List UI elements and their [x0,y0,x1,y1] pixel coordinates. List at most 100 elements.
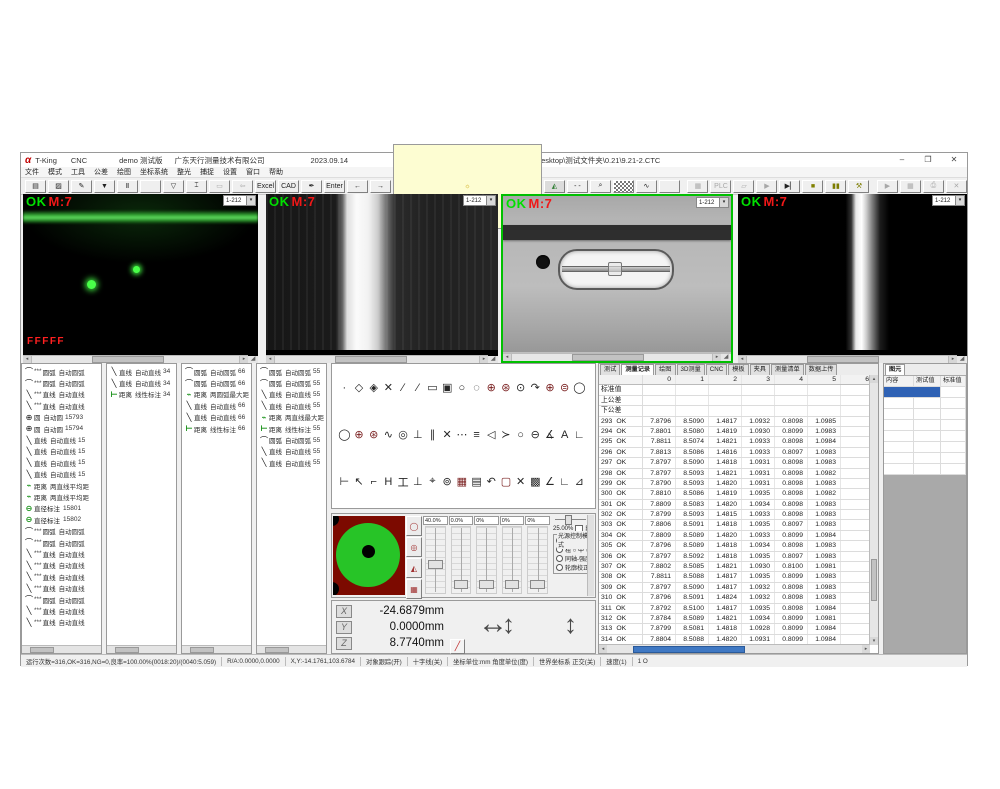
tolerance-row[interactable]: 标准值 [599,385,870,395]
feature-item[interactable]: ⌒***圆弧自动圆弧 [22,525,101,536]
measurement-row[interactable]: 305OK7.87968.50891.48181.09340.80981.098… [599,541,870,551]
measurement-row[interactable]: 299OK7.87908.50931.48201.09310.80981.098… [599,479,870,489]
measurement-row[interactable]: 302OK7.87998.50931.48151.09330.80981.098… [599,510,870,520]
feature-item[interactable]: ╲直线自动直线15 [22,434,101,445]
stop-button[interactable]: ■ [802,180,823,193]
feature-item[interactable]: ⊢距离线性标注34 [107,389,176,400]
feature-item[interactable]: ╲***直线自动直线 [22,617,101,628]
feature-item[interactable]: ⌒***圆弧自动圆弧 [22,377,101,388]
measure-tool-icon[interactable]: ▩ [528,475,543,488]
menu-item-帮助[interactable]: 帮助 [269,167,283,177]
camera-1-selector[interactable]: 1-212▾ [223,195,256,206]
feature-item[interactable]: ⌁距离两直线平均距 [22,480,101,491]
list-scrollbar[interactable] [107,645,176,653]
scroll-left-icon[interactable]: ◂ [503,354,512,361]
light-slider-3[interactable]: 0% [474,516,499,596]
measure-tool-icon[interactable]: ⊢ [337,475,352,488]
back-light-button[interactable]: ▦ [406,579,422,599]
tools-run-button[interactable]: ⚒ [848,180,869,193]
measurement-row[interactable]: 308OK7.88118.50881.48171.09350.80991.098… [599,572,870,582]
feature-item[interactable]: ╲***直线自动直线 [22,389,101,400]
cad-button[interactable]: CAD [278,180,299,193]
measure-tool-icon[interactable]: · [337,382,352,394]
enter-button[interactable]: Enter [324,180,345,193]
elements-row[interactable] [884,409,966,420]
feature-item[interactable]: ⌒***圆弧自动圆弧 [22,594,101,605]
measure-tool-icon[interactable]: ▦ [455,475,470,488]
menu-item-整光[interactable]: 整光 [177,167,191,177]
excel-button[interactable]: Excel [255,180,276,193]
stage-pan-control[interactable]: ↔ ↕ [478,603,550,647]
feature-item[interactable]: ╲***直线自动直线 [22,400,101,411]
light-slider-5[interactable]: 0% [525,516,550,596]
pause-button[interactable]: ▮▮ [825,180,846,193]
measure-tool-icon[interactable]: ∡ [543,428,558,441]
menu-item-坐标系统[interactable]: 坐标系统 [140,167,168,177]
scroll-thumb[interactable] [335,356,407,363]
tab-测量记录[interactable]: 测量记录 [621,364,654,375]
curve-button[interactable]: ∿ [636,180,657,193]
slider-track[interactable] [451,526,472,594]
minimize-button[interactable]: – [889,153,915,167]
folder-button[interactable]: ▱ [733,180,754,193]
column-header[interactable]: 0 [643,375,676,384]
feature-item[interactable]: ╲直线自动直线55 [257,400,326,411]
measure-tool-icon[interactable]: ⊕ [484,381,499,394]
measure-tool-icon[interactable]: H [381,476,396,488]
image-scene-button[interactable]: ◭ [544,180,565,193]
scroll-left-icon[interactable]: ◂ [23,356,32,363]
save2-button[interactable]: ▦ [900,180,921,193]
slider-track[interactable] [527,526,548,594]
camera-view-2[interactable]: OKM:7 1-212▾ ◂▸ ◢ [266,194,498,363]
measurement-row[interactable]: 312OK7.87848.50891.48211.09340.80991.098… [599,614,870,624]
camera-4-scrollbar[interactable]: ◂▸ [738,355,957,363]
measure-tool-icon[interactable]: ⌐ [366,476,381,488]
elements-row[interactable] [884,387,966,398]
feature-item[interactable]: ╲直线自动直线15 [22,446,101,457]
elements-row[interactable] [884,464,966,475]
arrow-left-button[interactable]: ← [347,180,368,193]
measure-tool-icon[interactable]: ∟ [572,429,587,441]
slider-thumb[interactable] [454,580,469,589]
menu-item-绘图[interactable]: 绘图 [117,167,131,177]
feature-item[interactable]: ╲直线自动直线34 [107,366,176,377]
measure-tool-icon[interactable]: ⊕ [352,428,367,441]
measure-tool-icon[interactable]: ⊥ [410,428,425,441]
measure-tool-icon[interactable]: ◯ [572,381,587,394]
ring-light-button[interactable]: ◯ [406,516,422,536]
column-header[interactable]: 4 [775,375,808,384]
measure-tool-icon[interactable]: ⊚ [440,475,455,488]
measure-tool-icon[interactable]: ∟ [557,476,572,488]
measure-tool-icon[interactable]: ✕ [440,428,455,441]
feature-item[interactable]: ⌒圆弧自动圆弧66 [182,366,251,377]
ring-light-preview[interactable] [333,516,405,595]
light-option[interactable]: 同轴-强度 [556,554,591,563]
measure-tool-icon[interactable]: ⊙ [513,381,528,394]
feature-item[interactable]: ⌒圆弧自动圆弧55 [257,366,326,377]
elements-row[interactable] [884,431,966,442]
elements-column-header[interactable]: 测试值 [914,376,941,386]
measure-tool-icon[interactable]: ◈ [366,381,381,394]
menu-item-模式[interactable]: 模式 [48,167,62,177]
measure-tool-icon[interactable]: ✕ [513,475,528,488]
feature-item[interactable]: ╲直线自动直线66 [182,400,251,411]
coax-light-button[interactable]: ◎ [406,537,422,557]
z-axis-arrows-icon[interactable]: ↕ [564,605,577,643]
measure-tool-icon[interactable]: ▣ [440,381,455,394]
tab-数据上传[interactable]: 数据上传 [805,364,838,375]
measurement-row[interactable]: 313OK7.87998.50811.48181.09280.80991.098… [599,624,870,634]
menu-item-设置[interactable]: 设置 [223,167,237,177]
tab-夹具[interactable]: 夹具 [750,364,770,375]
measurement-row[interactable]: 304OK7.88098.50891.48201.09330.80991.098… [599,531,870,541]
feature-item[interactable]: ⌒***圆弧自动圆弧 [22,366,101,377]
measurement-row[interactable]: 310OK7.87968.50911.48241.09320.80981.098… [599,593,870,603]
tab-模板[interactable]: 模板 [728,364,748,375]
pillar-button[interactable]: Ⅱ [117,180,138,193]
feature-item[interactable]: ⌒圆弧自动圆弧66 [182,377,251,388]
measurement-row[interactable]: 309OK7.87978.50901.48171.09320.80981.098… [599,583,870,593]
slider-track[interactable] [425,526,446,594]
resize-corner-icon[interactable]: ◢ [248,356,258,363]
measure-tool-icon[interactable]: ∕ [396,382,411,394]
measure-tool-icon[interactable]: ∠ [543,475,558,488]
camera-2-selector[interactable]: 1-212▾ [463,195,496,206]
